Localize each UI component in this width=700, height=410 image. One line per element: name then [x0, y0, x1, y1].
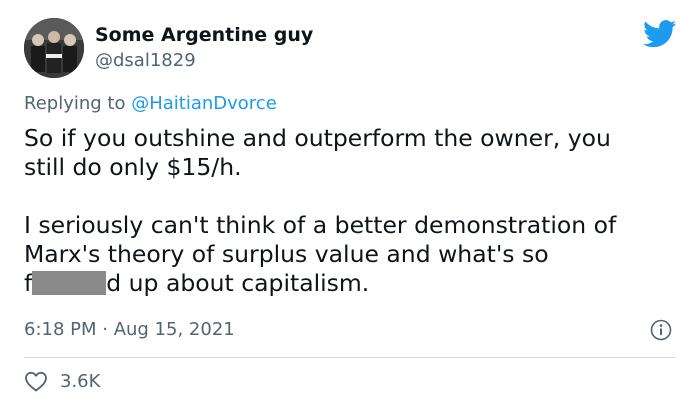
- tweet-text-line: So if you outshine and outperform the ow…: [24, 124, 611, 152]
- twitter-bird-icon[interactable]: [643, 20, 677, 48]
- tweet-text-line: I seriously can't think of a better demo…: [24, 211, 617, 239]
- heart-icon[interactable]: [24, 370, 48, 392]
- tweet-text-line: still do only $15/h.: [24, 153, 242, 181]
- censor-bar: [32, 271, 107, 295]
- like-button[interactable]: 3.6K: [24, 370, 100, 392]
- tweet-timestamp[interactable]: 6:18 PM · Aug 15, 2021: [24, 319, 235, 340]
- divider: [24, 357, 676, 358]
- tweet-text-line: Marx's theory of surplus value and what'…: [24, 240, 549, 268]
- like-count: 3.6K: [60, 370, 101, 392]
- tweet-body: So if you outshine and outperform the ow…: [24, 124, 684, 298]
- author-handle[interactable]: @dsal1829: [95, 50, 196, 71]
- info-icon[interactable]: [650, 319, 672, 341]
- replying-to: Replying to @HaitianDvorce: [24, 93, 277, 114]
- replying-to-label: Replying to: [24, 93, 132, 114]
- reply-mention-link[interactable]: @HaitianDvorce: [131, 93, 277, 114]
- censored-line-rest: d up about capitalism.: [106, 269, 370, 297]
- avatar-image: [24, 18, 84, 78]
- avatar[interactable]: [24, 18, 84, 78]
- tweet-text-line-censored: f d up about capitalism.: [24, 269, 684, 298]
- censored-word-start: f: [24, 269, 33, 297]
- author-name[interactable]: Some Argentine guy: [95, 24, 313, 46]
